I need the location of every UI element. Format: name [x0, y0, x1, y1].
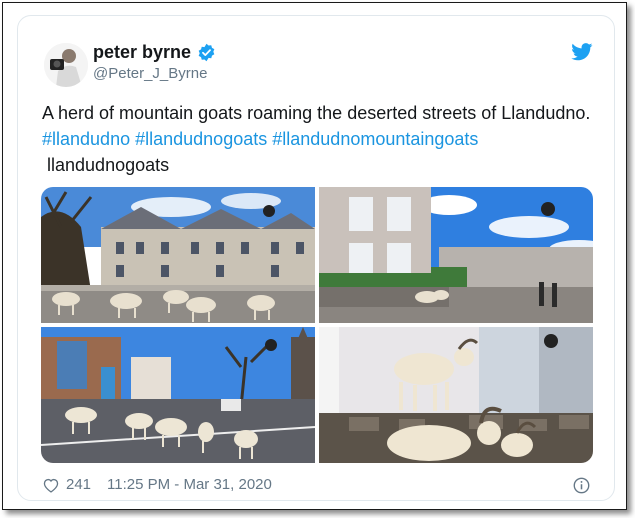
screenshot-frame: peter byrne @Peter_J_Byrne A herd of mou… [2, 2, 627, 510]
photo-goats-closeup-wall[interactable] [319, 327, 593, 463]
photo-goats-hotel-front[interactable] [319, 187, 593, 323]
hashtag-llandudnogoats[interactable]: #llandudnogoats [135, 129, 267, 149]
info-icon[interactable] [573, 477, 590, 494]
photo-grid [41, 187, 593, 463]
avatar[interactable] [44, 43, 88, 87]
twitter-bird-icon[interactable] [571, 43, 593, 61]
display-name[interactable]: peter byrne [93, 42, 216, 63]
heart-icon[interactable] [42, 477, 60, 493]
tweet-card: peter byrne @Peter_J_Byrne A herd of mou… [17, 15, 615, 501]
tweet-text: A herd of mountain goats roaming the des… [42, 100, 602, 178]
display-name-text[interactable]: peter byrne [93, 42, 191, 63]
tweet-timestamp[interactable]: 11:25 PM - Mar 31, 2020 [107, 476, 272, 493]
user-handle[interactable]: @Peter_J_Byrne [93, 65, 207, 82]
photo-goats-street-corner[interactable] [41, 327, 315, 463]
verified-badge-icon [198, 43, 215, 62]
tweet-footer: 241 11:25 PM - Mar 31, 2020 [42, 476, 272, 493]
photo-goats-terrace-street[interactable] [41, 187, 315, 323]
tweet-trailing-text: llandudnogoats [47, 155, 170, 175]
hashtag-llandudno[interactable]: #llandudno [42, 129, 130, 149]
like-count[interactable]: 241 [66, 476, 91, 493]
tweet-body-text: A herd of mountain goats roaming the des… [42, 103, 591, 123]
hashtag-llandudnomountaingoats[interactable]: #llandudnomountaingoats [272, 129, 478, 149]
